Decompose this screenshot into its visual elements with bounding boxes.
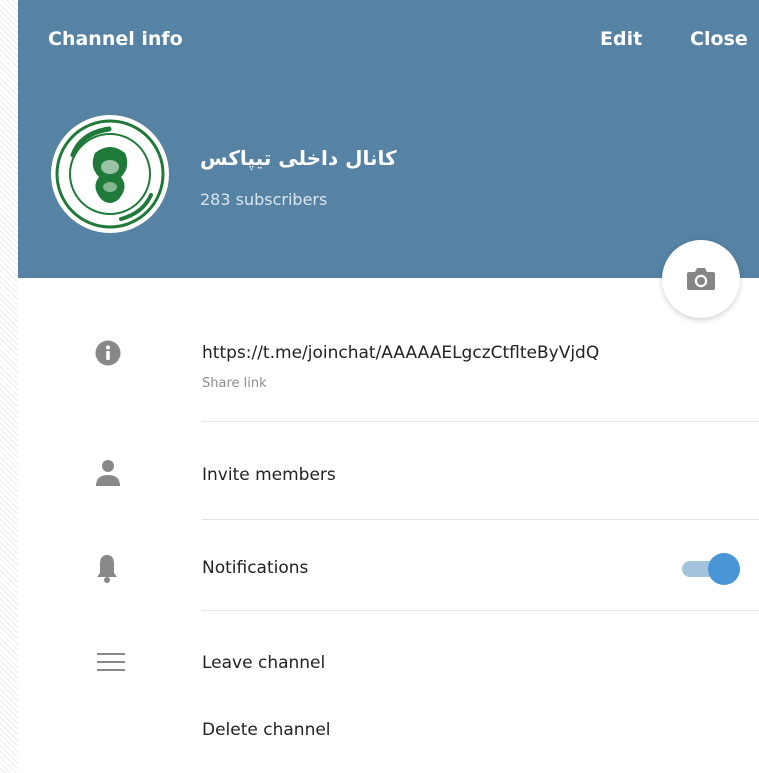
invite-members-item[interactable]: Invite members: [202, 465, 336, 485]
person-icon: [95, 459, 121, 491]
background-pattern: [0, 0, 18, 773]
divider: [202, 610, 759, 611]
edit-button[interactable]: Edit: [600, 28, 642, 50]
divider: [202, 421, 759, 422]
camera-icon: [687, 268, 715, 290]
share-link-caption: Share link: [202, 376, 267, 391]
channel-name: کانال داخلی تیپاکس: [200, 146, 397, 170]
panel-title: Channel info: [48, 28, 183, 50]
notifications-toggle[interactable]: [682, 553, 740, 585]
delete-channel-item[interactable]: Delete channel: [202, 720, 331, 740]
menu-icon: [97, 652, 125, 676]
channel-header: Channel info Edit Close کانال داخلی تیپا…: [18, 0, 759, 278]
leave-channel-item[interactable]: Leave channel: [202, 653, 325, 673]
change-photo-button[interactable]: [662, 240, 740, 318]
tipax-logo-icon: [55, 119, 165, 229]
bell-icon: [95, 554, 119, 588]
invite-link[interactable]: https://t.me/joinchat/AAAAAELgczCtflteBy…: [202, 343, 599, 363]
notifications-label: Notifications: [202, 558, 309, 578]
close-button[interactable]: Close: [690, 28, 748, 50]
subscriber-count: 283 subscribers: [200, 190, 328, 209]
divider: [202, 519, 759, 520]
toggle-knob: [708, 553, 740, 585]
channel-avatar[interactable]: [51, 115, 169, 233]
info-icon: [95, 340, 121, 370]
